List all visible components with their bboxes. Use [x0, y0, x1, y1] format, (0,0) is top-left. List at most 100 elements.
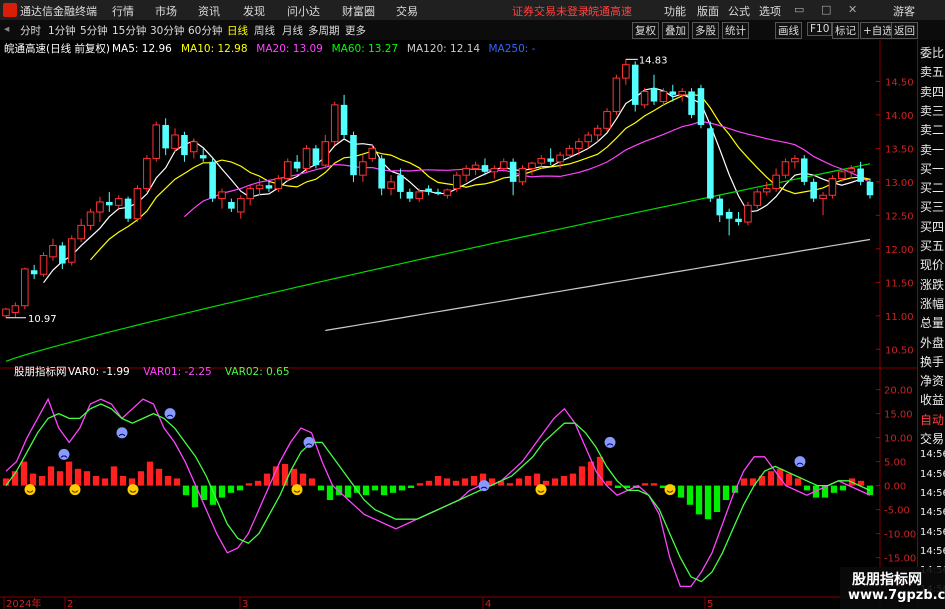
candle-body-up: [622, 64, 630, 79]
side-panel-item[interactable]: 卖一: [920, 141, 944, 158]
f10-button[interactable]: F10: [807, 22, 833, 36]
side-panel-item[interactable]: 14:56: [920, 527, 945, 538]
candle-body-up: [415, 191, 424, 200]
back-button[interactable]: 返回: [891, 22, 918, 39]
side-panel-item[interactable]: 14:56: [920, 469, 945, 480]
menu-item[interactable]: 发现: [243, 3, 265, 19]
ma-legend-item: MA250: -: [489, 43, 536, 55]
candle-body-up: [593, 127, 602, 136]
side-panel-item[interactable]: 卖四: [920, 83, 944, 100]
indicator-bar-positive: [650, 483, 658, 486]
side-panel-item[interactable]: 换手: [920, 353, 944, 370]
frown-icon: [303, 436, 315, 448]
side-panel-item[interactable]: 外盘: [920, 334, 944, 351]
side-panel-item[interactable]: 买一: [920, 160, 944, 177]
side-panel-item[interactable]: 买二: [920, 179, 944, 196]
candle-body-up: [330, 104, 339, 143]
candle-body-up: [791, 157, 799, 163]
indicator-bar-positive: [56, 471, 64, 486]
side-panel-item[interactable]: 14:56: [920, 449, 945, 460]
side-panel-item[interactable]: 卖五: [920, 63, 944, 80]
menu-item[interactable]: 公式: [728, 3, 750, 19]
indicator-bar-positive: [524, 476, 532, 486]
side-panel-item[interactable]: 现价: [920, 256, 944, 273]
close-icon[interactable]: ✕: [848, 3, 857, 16]
fuquan-button[interactable]: 复权: [632, 22, 659, 39]
menu-item[interactable]: 资讯: [198, 3, 220, 19]
indicator-bar-positive: [164, 476, 172, 486]
side-panel-item[interactable]: 涨跌: [920, 276, 944, 293]
period-tab-active[interactable]: 日线: [227, 23, 248, 38]
frown-icon: [58, 448, 70, 460]
period-tab[interactable]: 1分钟: [48, 23, 76, 38]
menu-item[interactable]: 行情: [112, 3, 134, 19]
kline-chart[interactable]: 10.50 11.00 11.50 12.00 12.50 13.00 13.50 14.00…: [0, 40, 917, 609]
indicator-bar-negative: [722, 485, 730, 500]
period-tab[interactable]: 多周期: [308, 23, 340, 38]
side-panel-item[interactable]: 委比: [920, 44, 944, 61]
side-panel-item[interactable]: 收益: [920, 391, 944, 408]
side-panel-item[interactable]: 买四: [920, 218, 944, 235]
multi-stock-button[interactable]: 多股: [692, 22, 719, 39]
candle-body-up: [49, 244, 57, 258]
candle-body-down: [199, 155, 207, 159]
candle-body-up: [781, 161, 790, 176]
period-tab[interactable]: 60分钟: [188, 23, 222, 38]
candle-body-down: [378, 158, 385, 189]
side-panel-item[interactable]: 买三: [920, 198, 944, 215]
side-panel-item[interactable]: 14:56: [920, 546, 945, 557]
overlay-button[interactable]: 叠加: [662, 22, 689, 39]
period-tab[interactable]: 分时: [20, 23, 41, 38]
candle-body-up: [274, 178, 283, 190]
candle-body-up: [171, 134, 179, 149]
side-panel-item[interactable]: 14:56: [920, 507, 945, 518]
menu-item[interactable]: 市场: [155, 3, 177, 19]
menu-item[interactable]: 问小达: [287, 3, 320, 19]
indicator-bar-negative: [389, 485, 397, 493]
menu-item[interactable]: 选项: [759, 3, 781, 19]
title-bar: 通达信金融终端 行情 市场 资讯 发现 问小达 财富圈 交易 证券交易未登录 皖…: [0, 0, 945, 21]
side-panel-item[interactable]: 涨幅: [920, 295, 944, 312]
indicator-bar-negative: [362, 485, 370, 496]
restore-icon[interactable]: □: [821, 3, 831, 16]
candle-body-up: [67, 238, 76, 263]
draw-line-button[interactable]: 画线: [775, 22, 802, 39]
period-tab[interactable]: 5分钟: [80, 23, 108, 38]
period-tab[interactable]: 15分钟: [112, 23, 146, 38]
frown-icon: [604, 436, 616, 448]
candle-body-up: [143, 157, 151, 190]
side-panel-item[interactable]: 卖三: [920, 102, 944, 119]
candle-body-up: [218, 191, 226, 200]
side-panel-item[interactable]: 交易: [920, 430, 944, 447]
quote-side-panel: 委比卖五卖四卖三卖二卖一买一买二买三买四买五现价涨跌涨幅总量外盘换手净资收益自动…: [917, 40, 945, 609]
side-panel-item[interactable]: 净资: [920, 372, 944, 389]
period-tab[interactable]: 周线: [254, 23, 275, 38]
candle-body-up: [302, 147, 311, 169]
period-tab[interactable]: 月线: [282, 23, 303, 38]
expand-icon[interactable]: ◂: [4, 23, 9, 35]
side-panel-item[interactable]: 总量: [920, 314, 944, 331]
side-panel-item[interactable]: 买五: [920, 237, 944, 254]
menu-item[interactable]: 功能: [664, 3, 686, 19]
candle-body-down: [509, 161, 517, 182]
period-tab[interactable]: 更多: [345, 23, 366, 38]
candle-body-down: [650, 88, 658, 102]
guest-label[interactable]: 游客: [893, 3, 915, 19]
side-panel-item[interactable]: 自动: [920, 411, 944, 428]
candle-body-down: [124, 198, 132, 219]
period-tab[interactable]: 30分钟: [150, 23, 184, 38]
mark-button[interactable]: 标记: [832, 22, 859, 39]
candle-body-up: [640, 90, 649, 106]
statistics-button[interactable]: 统计: [722, 22, 749, 39]
candle-body-down: [59, 245, 66, 264]
minimize-icon[interactable]: ▭: [794, 3, 804, 16]
login-status[interactable]: 证券交易未登录: [512, 3, 589, 19]
menu-item[interactable]: 财富圈: [342, 3, 375, 19]
candle-body-up: [133, 188, 142, 220]
indicator-bar-positive: [155, 468, 163, 486]
candle-body-down: [716, 198, 724, 216]
menu-item[interactable]: 交易: [396, 3, 418, 19]
side-panel-item[interactable]: 14:56: [920, 488, 945, 499]
side-panel-item[interactable]: 卖二: [920, 121, 944, 138]
menu-item[interactable]: 版面: [697, 3, 719, 19]
